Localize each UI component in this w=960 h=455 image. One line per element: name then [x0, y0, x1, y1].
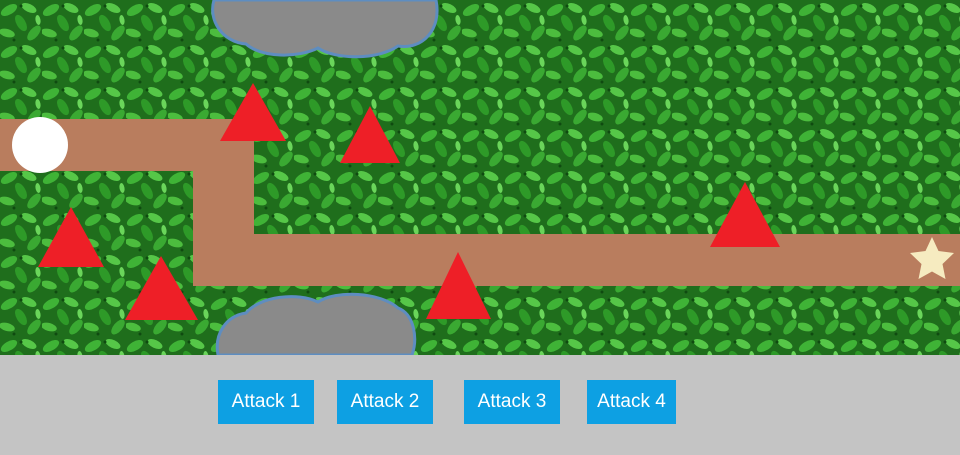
attack-4-button[interactable]: Attack 4	[587, 380, 676, 424]
attack-1-button[interactable]: Attack 1	[218, 380, 314, 424]
game-field[interactable]	[0, 0, 960, 355]
game-screen: Attack 1 Attack 2 Attack 3 Attack 4	[0, 0, 960, 455]
white-circle-enemy	[12, 117, 68, 173]
attack-3-button[interactable]: Attack 3	[464, 380, 560, 424]
field-canvas	[0, 0, 960, 355]
control-panel: Attack 1 Attack 2 Attack 3 Attack 4	[0, 355, 960, 455]
attack-2-button[interactable]: Attack 2	[337, 380, 433, 424]
